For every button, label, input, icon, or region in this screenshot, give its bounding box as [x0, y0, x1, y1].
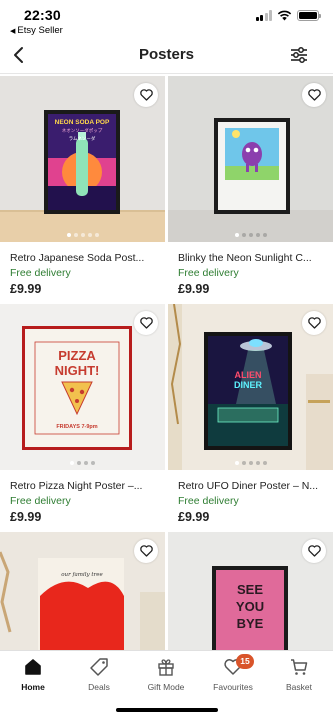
poster-text-line1: our family tree [61, 572, 103, 578]
product-card[interactable]: our family tree [0, 532, 165, 652]
bottom-navigation: Home Deals Gift Mode 15 Favourites Baske… [0, 650, 333, 720]
nav-label-favourites: Favourites [213, 682, 253, 692]
signal-icon [255, 10, 272, 21]
heart-icon [307, 89, 321, 101]
home-icon [25, 659, 41, 675]
back-to-app-link[interactable]: ◀ Etsy Seller [10, 25, 63, 36]
favourite-heart-button[interactable] [302, 83, 326, 107]
product-image[interactable]: PIZZA NIGHT! FRIDAYS 7-9pm [0, 304, 165, 470]
nav-item-home[interactable]: Home [0, 657, 66, 692]
product-card[interactable]: PIZZA NIGHT! FRIDAYS 7-9pm Retro Pizza N… [0, 304, 165, 524]
poster-text-line2: DINER [234, 380, 263, 390]
clock: 22:30 [24, 7, 61, 23]
favourite-heart-button[interactable] [134, 311, 158, 335]
status-icons [255, 10, 321, 21]
basket-icon [291, 659, 308, 675]
product-price: £9.99 [10, 510, 42, 524]
image-carousel-dots [0, 233, 165, 237]
favourite-heart-button[interactable] [134, 83, 158, 107]
poster-text-line1: ALIEN [235, 370, 262, 380]
favourites-count-badge: 15 [236, 654, 254, 669]
poster-text-line3: BYE [237, 616, 264, 631]
back-app-label: Etsy Seller [17, 25, 63, 36]
nav-label-gift-mode: Gift Mode [147, 682, 185, 692]
product-card[interactable]: SEE YOU BYE [168, 532, 333, 652]
image-carousel-dots [0, 461, 165, 465]
favourite-heart-button[interactable] [302, 311, 326, 335]
poster-text-line3: FRIDAYS 7-9pm [56, 424, 97, 430]
poster-text-line1: SEE [237, 582, 263, 597]
product-image[interactable]: SEE YOU BYE [168, 532, 333, 652]
product-title[interactable]: Retro Pizza Night Poster –... [10, 480, 160, 492]
heart-icon [139, 89, 153, 101]
poster-text-line2: ネオンソーダポップ [62, 127, 103, 134]
product-card[interactable]: ALIEN DINER Retro UFO Diner Poster – N..… [168, 304, 333, 524]
image-carousel-dots [168, 461, 333, 465]
poster-text-line3: ラムネソーダ [69, 135, 96, 142]
battery-icon [297, 10, 321, 21]
delivery-label: Free delivery [10, 495, 71, 507]
poster-text-line1: PIZZA [58, 348, 96, 363]
favourite-heart-button[interactable] [302, 539, 326, 563]
nav-label-basket: Basket [286, 682, 312, 692]
product-image[interactable]: ALIEN DINER [168, 304, 333, 470]
favourite-heart-button[interactable] [134, 539, 158, 563]
poster-text-line2: YOU [236, 599, 264, 614]
filter-sliders-icon[interactable] [289, 45, 309, 65]
image-carousel-dots [168, 233, 333, 237]
nav-label-deals: Deals [88, 682, 110, 692]
product-image[interactable] [168, 76, 333, 242]
nav-item-favourites[interactable]: 15 Favourites [200, 654, 266, 692]
home-indicator [116, 708, 218, 712]
product-price: £9.99 [178, 510, 210, 524]
page-title: Posters [138, 46, 195, 63]
nav-item-gift-mode[interactable]: Gift Mode [133, 657, 199, 692]
heart-icon [139, 545, 153, 557]
heart-icon [307, 545, 321, 557]
delivery-label: Free delivery [178, 495, 239, 507]
product-image[interactable]: NEON SODA POP ネオンソーダポップ ラムネソーダ [0, 76, 165, 242]
heart-icon [139, 317, 153, 329]
nav-item-deals[interactable]: Deals [66, 657, 132, 692]
gift-icon [158, 659, 174, 676]
delivery-label: Free delivery [178, 267, 239, 279]
page-header: Posters [0, 38, 333, 74]
back-triangle-icon: ◀ [10, 28, 16, 35]
product-card[interactable]: NEON SODA POP ネオンソーダポップ ラムネソーダ Retro Jap… [0, 76, 165, 296]
poster-text-line2: NIGHT! [55, 363, 100, 378]
delivery-label: Free delivery [10, 267, 71, 279]
product-price: £9.99 [10, 282, 42, 296]
product-image[interactable]: our family tree [0, 532, 165, 652]
nav-item-basket[interactable]: Basket [266, 657, 332, 692]
product-price: £9.99 [178, 282, 210, 296]
product-title[interactable]: Retro UFO Diner Poster – N... [178, 480, 328, 492]
status-bar: 22:30 ◀ Etsy Seller [0, 0, 333, 38]
poster-text-line1: NEON SODA POP [55, 119, 110, 126]
nav-label-home: Home [21, 682, 45, 692]
product-title[interactable]: Retro Japanese Soda Post... [10, 252, 160, 264]
tag-icon [90, 658, 108, 676]
wifi-icon [277, 10, 292, 21]
product-title[interactable]: Blinky the Neon Sunlight C... [178, 252, 328, 264]
product-card[interactable]: Blinky the Neon Sunlight C... Free deliv… [168, 76, 333, 296]
heart-icon [307, 317, 321, 329]
